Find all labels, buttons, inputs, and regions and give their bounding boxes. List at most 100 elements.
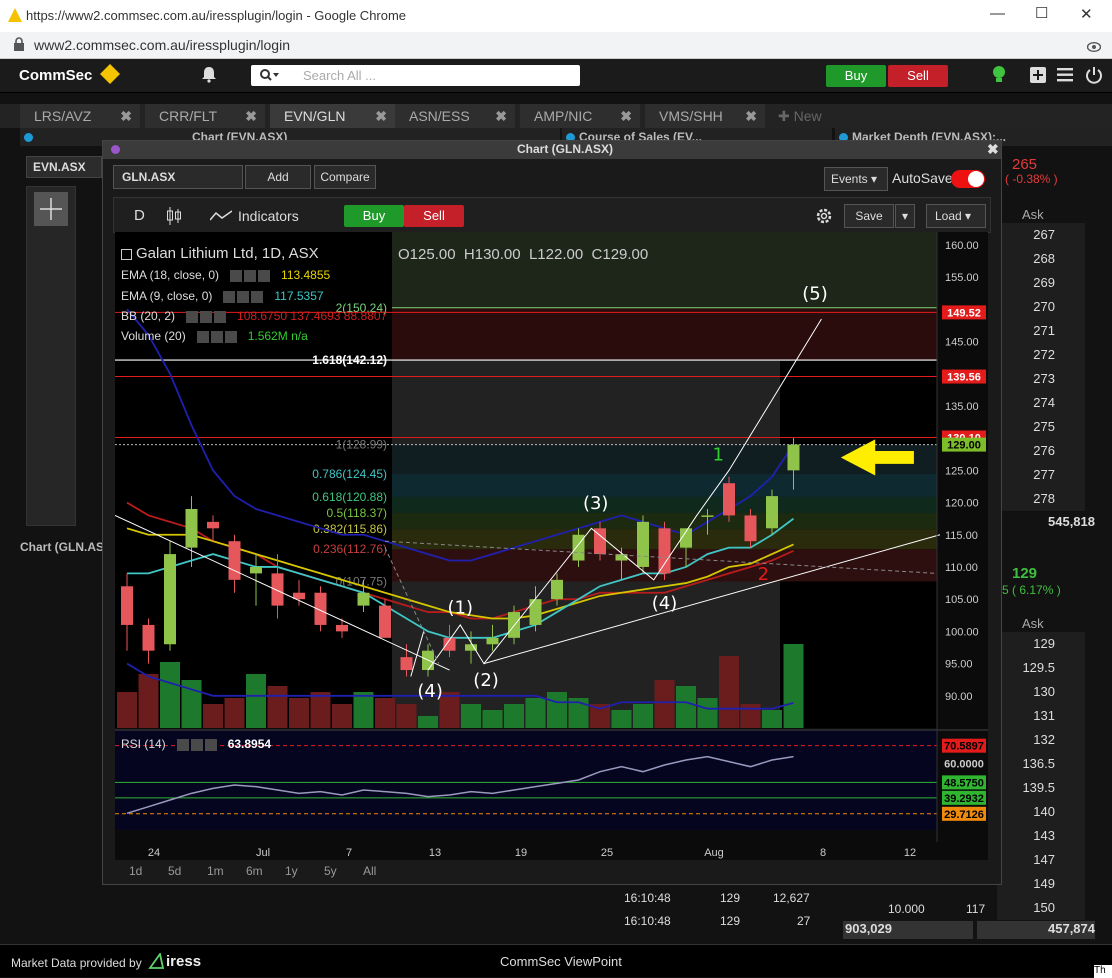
timeframe-1y[interactable]: 1y bbox=[285, 864, 298, 878]
tab-crr-flt[interactable]: CRR/FLT ✖ bbox=[145, 104, 265, 128]
gln-change: 5 ( 6.17% ) bbox=[1002, 583, 1061, 597]
lightbulb-icon[interactable] bbox=[990, 64, 1008, 89]
depth-ask-row: 150 bbox=[997, 896, 1085, 921]
lock-icon bbox=[13, 37, 25, 51]
candle-body bbox=[379, 605, 391, 638]
depth-ask-price: 136.5 bbox=[997, 752, 1085, 777]
volume-bar bbox=[547, 692, 567, 728]
timeframe-6m[interactable]: 6m bbox=[246, 864, 263, 878]
candle-body bbox=[207, 521, 219, 529]
save-dropdown-button[interactable]: ▾ bbox=[895, 204, 915, 228]
power-icon[interactable] bbox=[1085, 66, 1103, 87]
header-sell-button[interactable]: Sell bbox=[888, 65, 948, 87]
depth-ask-price: 150 bbox=[997, 896, 1085, 921]
minimize-button[interactable]: — bbox=[990, 5, 1005, 22]
fib-zone-red bbox=[392, 307, 937, 361]
timeframe-5y[interactable]: 5y bbox=[324, 864, 337, 878]
indicator-bb: BB (20, 2) 108.6750 137.4693 88.8807 bbox=[121, 309, 388, 323]
bell-icon[interactable] bbox=[200, 65, 218, 86]
add-icon[interactable] bbox=[1030, 67, 1046, 86]
search-box[interactable]: Search All ... bbox=[251, 65, 580, 86]
x-tick-label: 24 bbox=[148, 847, 160, 859]
y-tick-label: 105.00 bbox=[945, 594, 979, 606]
symbol-input[interactable]: GLN.ASX bbox=[113, 165, 243, 189]
indicators-button[interactable]: Indicators bbox=[238, 208, 299, 224]
close-icon[interactable]: ✖ bbox=[375, 104, 387, 128]
eye-icon[interactable] bbox=[1086, 39, 1102, 55]
add-symbol-button[interactable]: Add bbox=[245, 165, 311, 189]
candle-body bbox=[400, 657, 413, 671]
candle-body bbox=[486, 637, 499, 645]
depth-ask-price: 267 bbox=[997, 223, 1085, 248]
search-icon[interactable] bbox=[259, 68, 279, 85]
close-icon[interactable]: ✖ bbox=[495, 104, 507, 128]
wave-label: (1) bbox=[448, 597, 474, 618]
chart-sell-button[interactable]: Sell bbox=[404, 205, 464, 227]
interval-selector[interactable]: D bbox=[134, 207, 145, 224]
close-window-button[interactable]: ✕ bbox=[1080, 5, 1093, 23]
indicator-rsi: RSI (14) 63.8954 bbox=[121, 737, 272, 751]
save-button[interactable]: Save bbox=[844, 204, 894, 228]
depth-ask-row: 129.5 bbox=[997, 656, 1085, 681]
crosshair-tool-icon[interactable] bbox=[34, 192, 68, 226]
tab-vms-shh[interactable]: VMS/SHH ✖ bbox=[645, 104, 765, 128]
autosave-toggle[interactable] bbox=[951, 170, 985, 188]
x-tick-label: 7 bbox=[346, 847, 352, 859]
volume-bar bbox=[762, 710, 782, 728]
x-tick-label: 8 bbox=[820, 847, 826, 859]
close-icon[interactable]: ✖ bbox=[620, 104, 632, 128]
indicators-icon[interactable] bbox=[209, 210, 233, 225]
fib-level-label: 0.5(118.37) bbox=[327, 506, 388, 520]
tab-amp-nic[interactable]: AMP/NIC ✖ bbox=[520, 104, 640, 128]
tab-evn-gln[interactable]: EVN/GLN ✖ bbox=[270, 104, 395, 128]
depth-ask-price: 274 bbox=[997, 391, 1085, 416]
tab-lrs-avz[interactable]: LRS/AVZ ✖ bbox=[20, 104, 140, 128]
candle-body bbox=[723, 483, 735, 516]
close-icon[interactable]: ✖ bbox=[745, 104, 757, 128]
instrument-title: Galan Lithium Ltd, 1D, ASX bbox=[121, 245, 319, 262]
tab-asn-ess[interactable]: ASN/ESS ✖ bbox=[395, 104, 515, 128]
load-dropdown[interactable]: Load ▾ bbox=[926, 204, 986, 228]
depth-ask-price: 129.5 bbox=[997, 656, 1085, 681]
timeframe-1d[interactable]: 1d bbox=[129, 864, 142, 878]
evn-symbol-box[interactable]: EVN.ASX bbox=[26, 156, 102, 178]
search-input[interactable]: Search All ... bbox=[303, 68, 376, 83]
close-icon[interactable]: ✖ bbox=[120, 104, 132, 128]
maximize-button[interactable]: ☐ bbox=[1035, 4, 1048, 22]
rsi-tag-label: 48.5750 bbox=[944, 777, 984, 789]
panel-dot-icon bbox=[111, 145, 120, 154]
candle-body bbox=[787, 444, 800, 471]
timeframe-1m[interactable]: 1m bbox=[207, 864, 224, 878]
close-icon[interactable]: ✖ bbox=[987, 141, 999, 158]
y-tick-label: 90.00 bbox=[945, 691, 973, 703]
close-icon[interactable]: ✖ bbox=[245, 104, 257, 128]
events-dropdown[interactable]: Events ▾ bbox=[824, 167, 888, 191]
depth-ask-price: 129 bbox=[997, 632, 1085, 657]
header-buy-button[interactable]: Buy bbox=[826, 65, 886, 87]
chart-buy-button[interactable]: Buy bbox=[344, 205, 404, 227]
wave-label: (5) bbox=[802, 284, 828, 305]
url-text[interactable]: www2.commsec.com.au/iressplugin/login bbox=[34, 37, 290, 53]
settings-gear-icon[interactable] bbox=[814, 206, 834, 229]
depth-ask-row: 277 bbox=[997, 463, 1085, 488]
timeframe-5d[interactable]: 5d bbox=[168, 864, 181, 878]
volume-bar bbox=[246, 674, 266, 728]
depth-ask-row: 143 bbox=[997, 824, 1085, 849]
url-bar[interactable]: www2.commsec.com.au/iressplugin/login bbox=[0, 32, 1112, 59]
y-tick-label: 125.00 bbox=[945, 465, 979, 477]
candle-body bbox=[142, 624, 155, 651]
depth-ask-row: 136.5 bbox=[997, 752, 1085, 777]
volume-bar bbox=[418, 716, 438, 728]
tab-new[interactable]: ✚ New bbox=[770, 104, 840, 128]
timeframe-All[interactable]: All bbox=[363, 864, 376, 878]
depth-ask-price: 268 bbox=[997, 247, 1085, 272]
chart-gln-tab-label[interactable]: Chart (GLN.ASX bbox=[20, 540, 112, 554]
compare-button[interactable]: Compare bbox=[314, 165, 376, 189]
candle-type-icon[interactable] bbox=[166, 207, 182, 228]
rsi-tag-label: 39.2932 bbox=[944, 793, 984, 805]
depth-ask-row: 139.5 bbox=[997, 776, 1085, 801]
menu-icon[interactable] bbox=[1057, 68, 1073, 85]
y-tick-label: 135.00 bbox=[945, 401, 979, 413]
volume-bar bbox=[203, 704, 223, 728]
collapse-icon[interactable] bbox=[121, 248, 132, 260]
